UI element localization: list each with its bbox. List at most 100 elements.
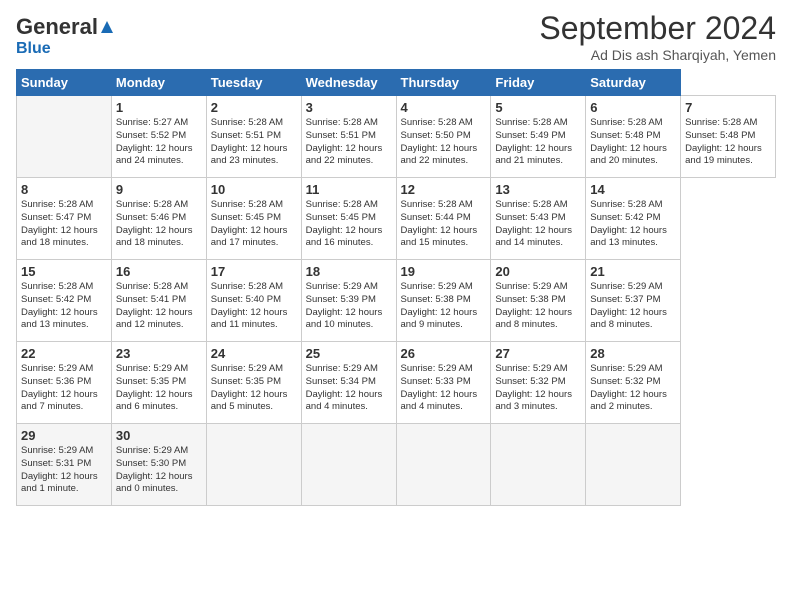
cell-line: Daylight: 12 hours xyxy=(21,389,107,402)
calendar-cell: 12Sunrise: 5:28 AMSunset: 5:44 PMDayligh… xyxy=(396,178,491,260)
cell-line: Sunrise: 5:27 AM xyxy=(116,117,202,130)
cell-line: Sunset: 5:48 PM xyxy=(685,130,771,143)
day-number: 15 xyxy=(21,264,107,279)
logo: General Blue xyxy=(16,14,116,58)
calendar-cell: 13Sunrise: 5:28 AMSunset: 5:43 PMDayligh… xyxy=(491,178,586,260)
cell-line: Sunset: 5:47 PM xyxy=(21,212,107,225)
cell-line: Sunset: 5:35 PM xyxy=(211,376,297,389)
calendar-cell: 7Sunrise: 5:28 AMSunset: 5:48 PMDaylight… xyxy=(681,96,776,178)
cell-line: and 22 minutes. xyxy=(401,155,487,168)
calendar-cell: 23Sunrise: 5:29 AMSunset: 5:35 PMDayligh… xyxy=(111,342,206,424)
cell-line: and 21 minutes. xyxy=(495,155,581,168)
cell-line: Sunset: 5:36 PM xyxy=(21,376,107,389)
cell-line: and 16 minutes. xyxy=(306,237,392,250)
week-row-3: 15Sunrise: 5:28 AMSunset: 5:42 PMDayligh… xyxy=(17,260,776,342)
cell-line: Daylight: 12 hours xyxy=(211,143,297,156)
header-row: SundayMondayTuesdayWednesdayThursdayFrid… xyxy=(17,70,776,96)
cell-line: Sunrise: 5:28 AM xyxy=(306,199,392,212)
cell-line: Daylight: 12 hours xyxy=(116,143,202,156)
cell-line: Sunrise: 5:28 AM xyxy=(211,117,297,130)
cell-line: Sunset: 5:31 PM xyxy=(21,458,107,471)
page: General Blue September 2024 Ad Dis ash S… xyxy=(0,0,792,612)
cell-text: Sunrise: 5:29 AMSunset: 5:36 PMDaylight:… xyxy=(21,363,107,414)
cell-line: and 3 minutes. xyxy=(495,401,581,414)
day-number: 12 xyxy=(401,182,487,197)
cell-line: Daylight: 12 hours xyxy=(116,471,202,484)
calendar-cell xyxy=(586,424,681,506)
calendar-cell: 22Sunrise: 5:29 AMSunset: 5:36 PMDayligh… xyxy=(17,342,112,424)
cell-line: Daylight: 12 hours xyxy=(116,307,202,320)
cell-text: Sunrise: 5:28 AMSunset: 5:47 PMDaylight:… xyxy=(21,199,107,250)
calendar-cell: 30Sunrise: 5:29 AMSunset: 5:30 PMDayligh… xyxy=(111,424,206,506)
day-number: 23 xyxy=(116,346,202,361)
cell-text: Sunrise: 5:28 AMSunset: 5:45 PMDaylight:… xyxy=(306,199,392,250)
cell-text: Sunrise: 5:29 AMSunset: 5:31 PMDaylight:… xyxy=(21,445,107,496)
cell-line: Sunset: 5:42 PM xyxy=(21,294,107,307)
cell-line: Sunset: 5:52 PM xyxy=(116,130,202,143)
cell-line: Sunset: 5:46 PM xyxy=(116,212,202,225)
cell-line: Sunrise: 5:28 AM xyxy=(211,281,297,294)
cell-text: Sunrise: 5:29 AMSunset: 5:35 PMDaylight:… xyxy=(211,363,297,414)
cell-text: Sunrise: 5:29 AMSunset: 5:32 PMDaylight:… xyxy=(590,363,676,414)
cell-line: Daylight: 12 hours xyxy=(495,143,581,156)
cell-line: Daylight: 12 hours xyxy=(116,225,202,238)
cell-line: Daylight: 12 hours xyxy=(116,389,202,402)
cell-line: Sunrise: 5:28 AM xyxy=(211,199,297,212)
header-cell-saturday: Saturday xyxy=(586,70,681,96)
cell-line: Daylight: 12 hours xyxy=(495,225,581,238)
cell-line: and 5 minutes. xyxy=(211,401,297,414)
calendar-cell: 9Sunrise: 5:28 AMSunset: 5:46 PMDaylight… xyxy=(111,178,206,260)
calendar-cell: 26Sunrise: 5:29 AMSunset: 5:33 PMDayligh… xyxy=(396,342,491,424)
day-number: 21 xyxy=(590,264,676,279)
cell-line: Sunset: 5:38 PM xyxy=(495,294,581,307)
cell-line: Sunrise: 5:29 AM xyxy=(401,281,487,294)
day-number: 24 xyxy=(211,346,297,361)
cell-line: and 19 minutes. xyxy=(685,155,771,168)
day-number: 18 xyxy=(306,264,392,279)
header-cell-tuesday: Tuesday xyxy=(206,70,301,96)
calendar-cell: 20Sunrise: 5:29 AMSunset: 5:38 PMDayligh… xyxy=(491,260,586,342)
cell-line: and 0 minutes. xyxy=(116,483,202,496)
cell-line: Sunrise: 5:28 AM xyxy=(21,199,107,212)
cell-line: Sunrise: 5:28 AM xyxy=(116,199,202,212)
cell-line: Sunset: 5:50 PM xyxy=(401,130,487,143)
day-number: 19 xyxy=(401,264,487,279)
cell-line: and 4 minutes. xyxy=(306,401,392,414)
header-cell-monday: Monday xyxy=(111,70,206,96)
cell-line: Sunrise: 5:28 AM xyxy=(495,199,581,212)
day-number: 3 xyxy=(306,100,392,115)
cell-line: and 9 minutes. xyxy=(401,319,487,332)
cell-line: and 23 minutes. xyxy=(211,155,297,168)
day-number: 7 xyxy=(685,100,771,115)
header: General Blue September 2024 Ad Dis ash S… xyxy=(16,10,776,63)
week-row-5: 29Sunrise: 5:29 AMSunset: 5:31 PMDayligh… xyxy=(17,424,776,506)
calendar-cell: 21 Sunrise: 5:29 AMSunset: 5:37 PMDayligh… xyxy=(586,260,681,342)
cell-line: Sunrise: 5:28 AM xyxy=(21,281,107,294)
cell-line: and 24 minutes. xyxy=(116,155,202,168)
week-row-4: 22Sunrise: 5:29 AMSunset: 5:36 PMDayligh… xyxy=(17,342,776,424)
cell-text: Sunrise: 5:27 AMSunset: 5:52 PMDaylight:… xyxy=(116,117,202,168)
cell-line: Sunset: 5:45 PM xyxy=(306,212,392,225)
cell-line: Sunrise: 5:29 AM xyxy=(495,281,581,294)
day-number: 27 xyxy=(495,346,581,361)
cell-line: Daylight: 12 hours xyxy=(495,307,581,320)
cell-line: Sunrise: 5:29 AM xyxy=(21,445,107,458)
calendar-cell: 15Sunrise: 5:28 AMSunset: 5:42 PMDayligh… xyxy=(17,260,112,342)
cell-line: Sunset: 5:34 PM xyxy=(306,376,392,389)
cell-text: Sunrise: 5:29 AMSunset: 5:37 PMDaylight:… xyxy=(590,281,676,332)
calendar-cell: 17Sunrise: 5:28 AMSunset: 5:40 PMDayligh… xyxy=(206,260,301,342)
calendar-cell: 5Sunrise: 5:28 AMSunset: 5:49 PMDaylight… xyxy=(491,96,586,178)
cell-line: Sunset: 5:51 PM xyxy=(306,130,392,143)
cell-line: and 13 minutes. xyxy=(590,237,676,250)
cell-line: Sunset: 5:51 PM xyxy=(211,130,297,143)
cell-line: Sunrise: 5:28 AM xyxy=(590,117,676,130)
cell-line: and 1 minute. xyxy=(21,483,107,496)
day-number: 25 xyxy=(306,346,392,361)
logo-blue-text: Blue xyxy=(16,40,51,57)
cell-line: Daylight: 12 hours xyxy=(306,143,392,156)
calendar-cell: 2Sunrise: 5:28 AMSunset: 5:51 PMDaylight… xyxy=(206,96,301,178)
cell-line: Sunrise: 5:29 AM xyxy=(590,281,676,294)
cell-text: Sunrise: 5:28 AMSunset: 5:48 PMDaylight:… xyxy=(590,117,676,168)
cell-line: Sunrise: 5:29 AM xyxy=(590,363,676,376)
cell-line: Sunset: 5:32 PM xyxy=(495,376,581,389)
